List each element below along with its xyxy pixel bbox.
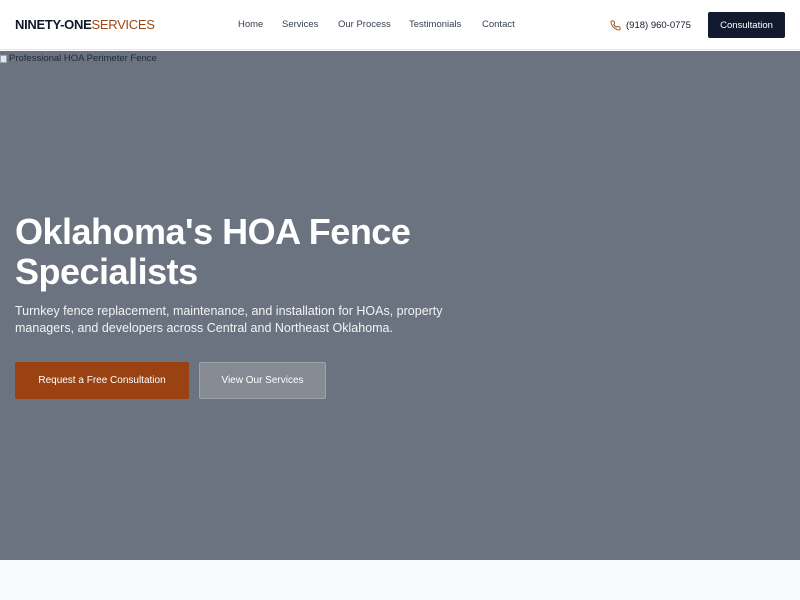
nav-link-contact[interactable]: Contact [482,19,515,30]
request-consultation-button[interactable]: Request a Free Consultation [15,362,189,399]
phone-link[interactable]: (918) 960-0775 [610,18,691,32]
broken-image-icon [0,54,7,63]
hero-title: Oklahoma's HOA Fence Specialists [15,211,411,292]
brand-logo[interactable]: NINETY-ONESERVICES [15,17,155,32]
hero-subtitle: Turnkey fence replacement, maintenance, … [15,304,443,335]
brand-name-part1: NINETY-ONE [15,17,92,32]
top-navbar: NINETY-ONESERVICES Home Services Our Pro… [0,0,800,50]
phone-icon [610,19,621,30]
nav-link-testimonials[interactable]: Testimonials [409,19,461,30]
brand-name-part2: SERVICES [91,17,155,32]
consultation-button[interactable]: Consultation [708,12,785,38]
hero-image-alt: Professional HOA Perimeter Fence [9,53,157,64]
nav-link-our-process[interactable]: Our Process [338,19,391,30]
view-services-button[interactable]: View Our Services [199,362,326,399]
next-section [0,560,800,600]
nav-link-home[interactable]: Home [238,19,263,30]
nav-link-services[interactable]: Services [282,19,318,30]
hero-image: Professional HOA Perimeter Fence [0,53,157,64]
phone-number: (918) 960-0775 [626,19,691,31]
hero-section: Professional HOA Perimeter Fence Oklahom… [0,51,800,560]
